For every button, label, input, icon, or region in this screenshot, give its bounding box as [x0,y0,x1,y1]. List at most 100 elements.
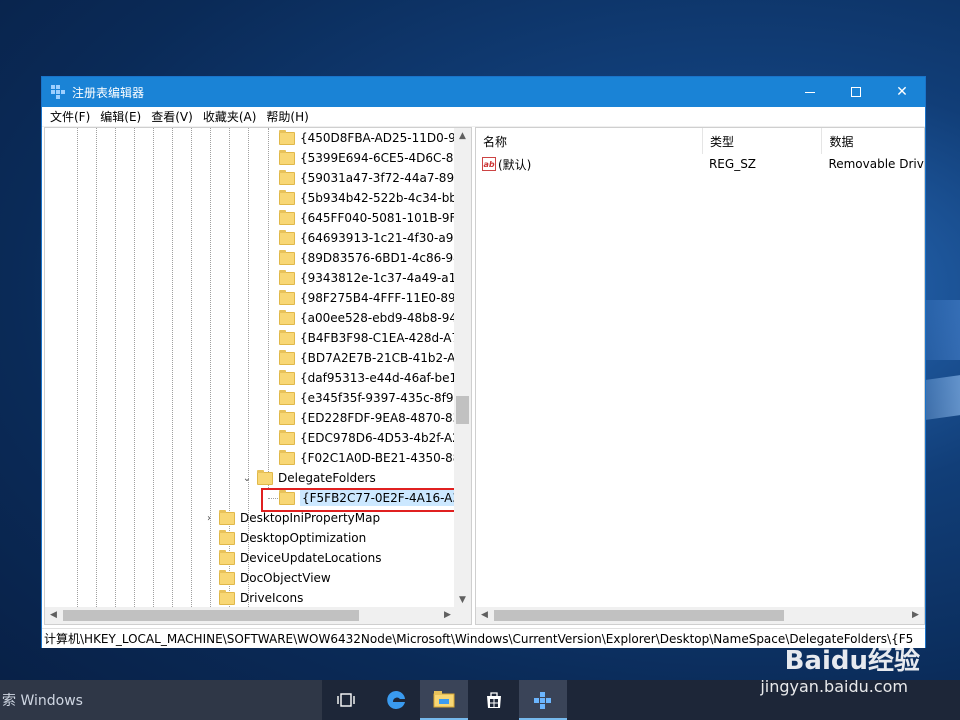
scroll-thumb[interactable] [494,610,784,621]
tree-guide-line [134,128,135,609]
tree-item-label: {EDC978D6-4D53-4b2f-A265-5 [300,431,456,445]
folder-icon [279,449,295,465]
tree-item-guid[interactable]: {64693913-1c21-4f30-a98f-4e [279,228,456,248]
tree-item-sibling[interactable]: DriveIcons [203,588,303,608]
tree-item-label: {450D8FBA-AD25-11D0-98A8- [300,131,456,145]
taskbar-search-box[interactable]: 索 Windows [0,680,322,720]
menu-help[interactable]: 帮助(H) [262,108,312,125]
tree-guide-line [77,128,78,609]
list-horizontal-scrollbar[interactable]: ◀ ▶ [476,607,924,624]
regedit-taskbar-button[interactable] [519,680,567,720]
tree-item-label: {e345f35f-9397-435c-8f95-4e [300,391,456,405]
folder-icon [279,349,295,365]
menu-view[interactable]: 查看(V) [147,108,197,125]
maximize-icon [851,87,861,97]
tree-item-guid[interactable]: {59031a47-3f72-44a7-89c5-55 [279,168,456,188]
tree-item-guid[interactable]: {5399E694-6CE5-4D6C-8FCE-1 [279,148,456,168]
highlight-annotation [261,488,471,512]
tree-item-guid[interactable]: {645FF040-5081-101B-9F08-00 [279,208,456,228]
tree-item-guid[interactable]: {5b934b42-522b-4c34-bbfe-3 [279,188,456,208]
menu-bar: 文件(F) 编辑(E) 查看(V) 收藏夹(A) 帮助(H) [42,107,925,127]
tree-item-label: {89D83576-6BD1-4c86-9454-B [300,251,456,265]
folder-icon [219,589,235,605]
task-view-button[interactable] [322,680,370,720]
tree-item-label: {9343812e-1c37-4a49-a12e-4b [300,271,456,285]
scroll-right-icon[interactable]: ▶ [907,607,924,624]
value-row[interactable]: ab (默认) REG_SZ Removable Drive [476,154,924,174]
folder-icon [279,169,295,185]
tree-item-label: {645FF040-5081-101B-9F08-00 [300,211,456,225]
column-name[interactable]: 名称 [476,128,703,154]
tree-item-guid[interactable]: {BD7A2E7B-21CB-41b2-A086- [279,348,456,368]
tree-item-label: DeviceUpdateLocations [240,551,382,565]
tree-item-guid[interactable]: {ED228FDF-9EA8-4870-83b1-9 [279,408,456,428]
tree-item-label: {B4FB3F98-C1EA-428d-A78A-D [300,331,456,345]
store-button[interactable] [470,680,518,720]
column-type[interactable]: 类型 [703,128,823,154]
folder-icon [279,309,295,325]
tree-item-delegatefolders[interactable]: ⌄ DelegateFolders [241,468,376,488]
file-explorer-button[interactable] [420,680,468,720]
string-value-icon: ab [482,157,496,171]
tree-guide-line [172,128,173,609]
scroll-left-icon[interactable]: ◀ [45,607,62,624]
tree-item-guid[interactable]: {98F275B4-4FFF-11E0-89E2-7E [279,288,456,308]
tree-item-label: {5399E694-6CE5-4D6C-8FCE-1 [300,151,456,165]
tree-item-label: {64693913-1c21-4f30-a98f-4e [300,231,456,245]
tree-vertical-scrollbar[interactable]: ▲ ▼ [454,128,471,609]
scroll-left-icon[interactable]: ◀ [476,607,493,624]
tree-item-guid[interactable]: {450D8FBA-AD25-11D0-98A8- [279,128,456,148]
title-bar[interactable]: 注册表编辑器 ✕ [42,77,925,107]
scroll-up-icon[interactable]: ▲ [454,128,471,145]
menu-favorites[interactable]: 收藏夹(A) [199,108,261,125]
tree-item-guid[interactable]: {B4FB3F98-C1EA-428d-A78A-D [279,328,456,348]
key-tree-pane[interactable]: {450D8FBA-AD25-11D0-98A8- {5399E694-6CE5-… [44,127,472,625]
folder-icon [279,189,295,205]
tree-item-sibling[interactable]: DeviceUpdateLocations [203,548,382,568]
window-title: 注册表编辑器 [72,85,145,100]
tree-item-guid[interactable]: {daf95313-e44d-46af-be1b-cb [279,368,456,388]
list-header: 名称 类型 数据 [476,128,924,154]
scroll-thumb[interactable] [63,610,359,621]
tree-item-label: {F02C1A0D-BE21-4350-88B0-7 [300,451,456,465]
folder-icon [279,409,295,425]
scroll-thumb[interactable] [456,396,469,424]
tree-item-sibling[interactable]: DocObjectView [203,568,331,588]
tree-item-guid[interactable]: {a00ee528-ebd9-48b8-944a-8 [279,308,456,328]
tree-item-label: {5b934b42-522b-4c34-bbfe-3 [300,191,456,205]
store-icon [487,692,501,708]
registry-editor-window: 注册表编辑器 ✕ 文件(F) 编辑(E) 查看(V) 收藏夹(A) 帮助(H) [41,76,926,648]
tree-item-guid[interactable]: {EDC978D6-4D53-4b2f-A265-5 [279,428,456,448]
column-data[interactable]: 数据 [822,128,924,154]
minimize-icon [805,91,815,93]
tree-item-label: {59031a47-3f72-44a7-89c5-55 [300,171,456,185]
value-list-pane[interactable]: 名称 类型 数据 ab (默认) REG_SZ Removable Drive … [475,127,925,625]
chevron-right-icon[interactable]: › [203,513,215,524]
edge-button[interactable] [372,680,420,720]
tree-item-guid[interactable]: {F02C1A0D-BE21-4350-88B0-7 [279,448,456,468]
folder-icon [279,129,295,145]
value-name: (默认) [498,157,532,172]
menu-file[interactable]: 文件(F) [46,108,94,125]
value-name-cell: ab (默认) [476,154,703,174]
chevron-down-icon[interactable]: ⌄ [241,473,253,484]
tree-item-guid[interactable]: {89D83576-6BD1-4c86-9454-B [279,248,456,268]
task-view-icon [337,693,355,707]
folder-icon [279,249,295,265]
maximize-button[interactable] [833,77,879,107]
tree-item-label: DelegateFolders [278,471,376,485]
minimize-button[interactable] [787,77,833,107]
tree-item-guid[interactable]: {9343812e-1c37-4a49-a12e-4b [279,268,456,288]
tree-guide-line [96,128,97,609]
tree-item-label: {98F275B4-4FFF-11E0-89E2-7E [300,291,456,305]
tree-horizontal-scrollbar[interactable]: ◀ ▶ [45,607,456,624]
search-placeholder: 索 Windows [2,693,83,709]
menu-edit[interactable]: 编辑(E) [96,108,145,125]
folder-icon [279,329,295,345]
close-button[interactable]: ✕ [879,77,925,107]
tree-item-guid[interactable]: {e345f35f-9397-435c-8f95-4e [279,388,456,408]
tree-item-sibling[interactable]: DesktopOptimization [203,528,366,548]
tree-guide-line [268,128,269,488]
folder-icon [219,529,235,545]
folder-icon [279,429,295,445]
